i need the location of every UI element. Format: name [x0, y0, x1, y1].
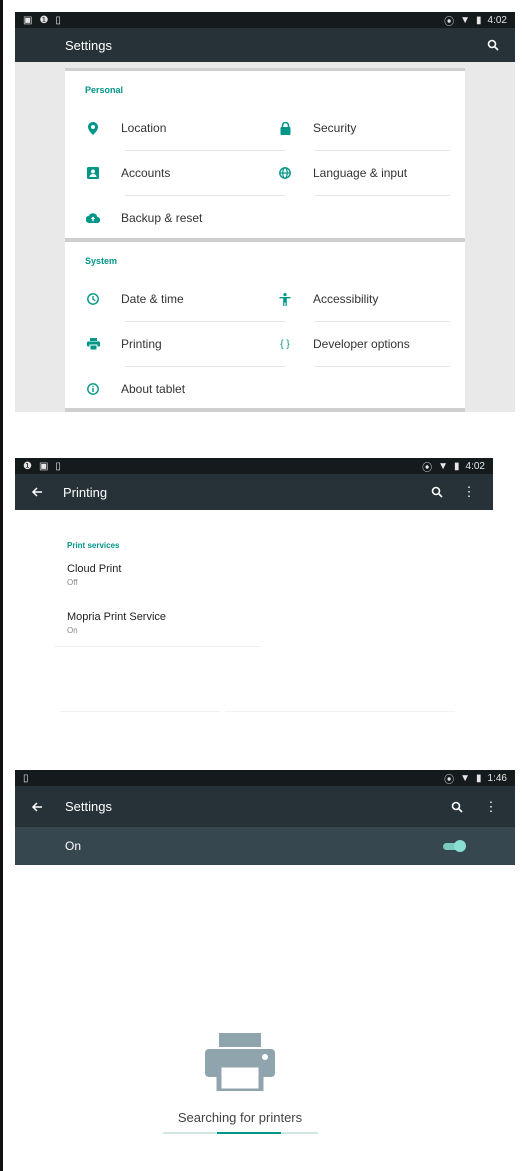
system-card: System Date & time Accessibility Printin… — [65, 238, 465, 412]
toggle-thumb — [454, 840, 466, 852]
divider — [315, 366, 450, 367]
divider — [315, 321, 450, 322]
location-pin-icon — [85, 121, 101, 135]
battery-icon: ▮ — [476, 772, 482, 784]
settings-item-printing[interactable]: Printing — [85, 337, 162, 351]
printer-icon — [85, 338, 101, 350]
search-icon[interactable] — [483, 39, 503, 51]
settings-item-accounts[interactable]: Accounts — [85, 166, 170, 180]
progress-indicator — [217, 1132, 281, 1134]
cloud-upload-icon — [85, 213, 101, 223]
wifi-icon: ▼ — [460, 772, 471, 784]
app-toolbar: Settings — [15, 28, 515, 62]
section-title-personal: Personal — [85, 85, 124, 95]
divider — [125, 195, 285, 196]
page-title: Printing — [63, 484, 108, 500]
back-arrow-icon[interactable] — [27, 801, 47, 813]
search-progress-bar — [163, 1132, 318, 1134]
divider — [315, 150, 450, 151]
accessibility-icon — [277, 292, 293, 306]
app-toolbar: Printing ⋮ — [15, 474, 493, 510]
page-title: Settings — [65, 37, 112, 53]
vibrate-icon: ⦿ — [422, 462, 433, 474]
account-box-icon — [85, 167, 101, 179]
settings-item-location[interactable]: Location — [85, 121, 166, 135]
battery-icon: ▮ — [454, 460, 460, 472]
divider — [225, 711, 455, 712]
page-title: Settings — [65, 799, 112, 814]
settings-item-developer[interactable]: { } Developer options — [277, 337, 410, 351]
code-braces-icon: { } — [280, 338, 290, 350]
settings-item-label: About tablet — [121, 382, 186, 396]
clock-icon — [85, 293, 101, 305]
sim-icon: ▯ — [23, 772, 29, 784]
status-bar: ▯ ⦿ ▼ ▮ 1:46 — [15, 770, 515, 786]
status-bar: ▣ ❶ ▯ ⦿ ▼ ▮ 4:02 — [15, 12, 515, 28]
settings-item-label: Printing — [121, 337, 162, 351]
search-icon[interactable] — [427, 486, 447, 498]
searching-status-text: Searching for printers — [177, 1110, 303, 1125]
settings-item-label: Location — [121, 121, 167, 135]
status-clock: 4:02 — [465, 460, 485, 472]
status-clock: 1:46 — [487, 772, 507, 784]
divider — [125, 321, 285, 322]
settings-item-label: Security — [313, 121, 357, 135]
status-bar: ❶ ▣ ▯ ⦿ ▼ ▮ 4:02 — [15, 458, 493, 474]
divider — [125, 366, 285, 367]
pref-item-cloud-print[interactable]: Cloud Print Off — [55, 560, 265, 596]
settings-item-label: Date & time — [121, 292, 184, 306]
divider — [315, 195, 450, 196]
settings-item-security[interactable]: Security — [277, 121, 356, 135]
master-switch-bar[interactable]: On — [15, 827, 515, 865]
divider — [60, 711, 220, 712]
settings-item-backup[interactable]: Backup & reset — [85, 211, 202, 225]
on-off-toggle[interactable] — [443, 840, 466, 852]
divider — [125, 150, 285, 151]
settings-item-label: Language & input — [313, 166, 408, 180]
settings-item-about[interactable]: About tablet — [85, 382, 185, 396]
info-icon — [85, 383, 101, 395]
personal-card: Personal Location Security Accounts Lang… — [65, 68, 465, 241]
back-arrow-icon[interactable] — [27, 486, 47, 498]
divider — [55, 646, 260, 647]
app-toolbar: Settings ⋮ — [15, 786, 515, 827]
status-clock: 4:02 — [487, 14, 507, 26]
battery-icon: ▮ — [476, 14, 482, 26]
card-bottom-edge — [65, 408, 465, 412]
pref-summary: Off — [67, 578, 78, 587]
wifi-icon: ▼ — [438, 460, 449, 472]
pref-item-mopria[interactable]: Mopria Print Service On — [55, 608, 265, 644]
settings-item-label: Developer options — [313, 337, 410, 351]
overflow-menu-icon[interactable]: ⋮ — [481, 799, 501, 815]
switch-label: On — [65, 839, 82, 853]
pref-title: Cloud Print — [67, 563, 122, 575]
notification-icon: ▣ — [23, 14, 33, 26]
alert-icon: ❶ — [23, 460, 32, 472]
left-edge-divider — [0, 0, 3, 1171]
pref-summary: On — [67, 626, 78, 635]
section-title-print-services: Print services — [67, 541, 120, 550]
overflow-menu-icon[interactable]: ⋮ — [459, 484, 479, 500]
pref-title: Mopria Print Service — [67, 611, 167, 623]
settings-item-accessibility[interactable]: Accessibility — [277, 292, 378, 306]
wifi-icon: ▼ — [460, 14, 471, 26]
globe-icon — [277, 167, 293, 179]
search-icon[interactable] — [447, 801, 467, 813]
alert-icon: ❶ — [39, 14, 49, 26]
settings-item-label: Backup & reset — [121, 211, 203, 225]
settings-item-label: Accessibility — [313, 292, 379, 306]
vibrate-icon: ⦿ — [444, 16, 455, 28]
settings-item-language[interactable]: Language & input — [277, 166, 407, 180]
section-title-system: System — [85, 256, 118, 266]
printer-icon — [205, 1033, 275, 1094]
sim-icon: ▯ — [55, 460, 61, 472]
lock-icon — [277, 121, 293, 135]
notification-icon: ▣ — [38, 460, 49, 472]
settings-item-date-time[interactable]: Date & time — [85, 292, 184, 306]
vibrate-icon: ⦿ — [444, 774, 455, 786]
sim-icon: ▯ — [55, 14, 61, 26]
settings-item-label: Accounts — [121, 166, 171, 180]
